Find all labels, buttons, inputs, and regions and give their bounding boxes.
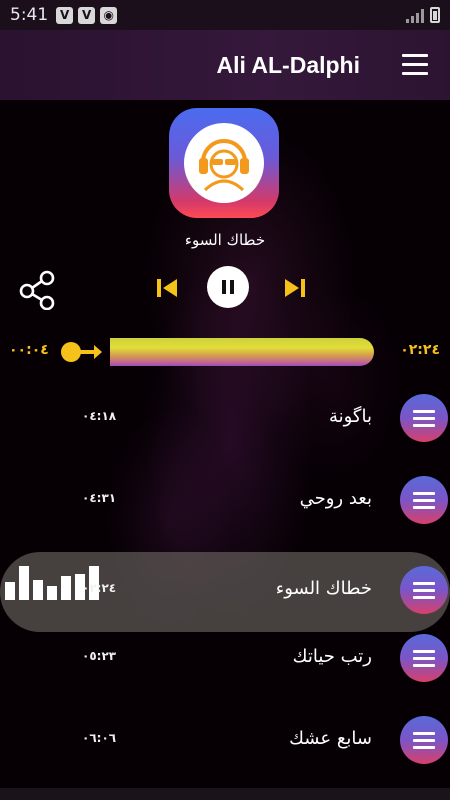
bottom-bar [0, 788, 450, 800]
track-row[interactable]: ٠٤:١٨ باگونة [0, 380, 450, 460]
track-row[interactable]: ٠٤:٣١ بعد روحي [0, 462, 450, 542]
app-bar: Ali AL-Dalphi [0, 30, 450, 100]
target-icon: ◉ [100, 6, 118, 24]
track-duration: ٠٦:٠٦ [82, 731, 117, 745]
next-track-icon[interactable] [279, 274, 309, 302]
track-duration: ٠٥:٢٣ [82, 649, 117, 663]
track-duration: ٠٤:٣١ [82, 491, 117, 505]
share-icon[interactable] [18, 270, 58, 311]
v-icon: V [56, 6, 74, 24]
track-row[interactable]: ٠٥:٢٣ رتب حياتك [0, 620, 450, 700]
track-title: رتب حياتك [292, 646, 372, 667]
pause-icon [222, 280, 234, 294]
track-row[interactable]: ٠٦:٠٦ سابع عشك [0, 702, 450, 782]
app-title: Ali AL-Dalphi [216, 52, 360, 78]
track-title: سابع عشك [289, 728, 372, 749]
battery-icon [430, 7, 440, 23]
track-title: باگونة [328, 406, 372, 427]
status-time: 5:41 [10, 5, 49, 25]
status-right [406, 7, 440, 23]
track-menu-icon[interactable] [400, 566, 448, 614]
hamburger-menu-icon[interactable] [402, 54, 428, 76]
track-menu-icon[interactable] [400, 634, 448, 682]
track-title: بعد روحي [299, 488, 372, 509]
signal-icon [406, 9, 424, 23]
dj-headphones-icon [184, 123, 264, 203]
status-bar: 5:41 V V ◉ [0, 0, 450, 30]
v-icon-2: V [78, 6, 96, 24]
total-time: ٠٢:٢٤ [400, 342, 440, 358]
track-title: خطاك السوء [275, 578, 372, 599]
seek-bar[interactable] [110, 338, 374, 366]
track-duration: ٠٢:٢٤ [82, 581, 117, 595]
track-duration: ٠٤:١٨ [82, 409, 117, 423]
track-menu-icon[interactable] [400, 476, 448, 524]
pause-button[interactable] [207, 266, 249, 308]
elapsed-time: ٠٠:٠٤ [9, 342, 49, 358]
album-art [169, 108, 279, 218]
previous-track-icon[interactable] [153, 274, 183, 302]
track-menu-icon[interactable] [400, 394, 448, 442]
track-menu-icon[interactable] [400, 716, 448, 764]
now-playing-title: خطاك السوء [184, 231, 266, 249]
seek-handle-icon[interactable] [60, 340, 104, 364]
